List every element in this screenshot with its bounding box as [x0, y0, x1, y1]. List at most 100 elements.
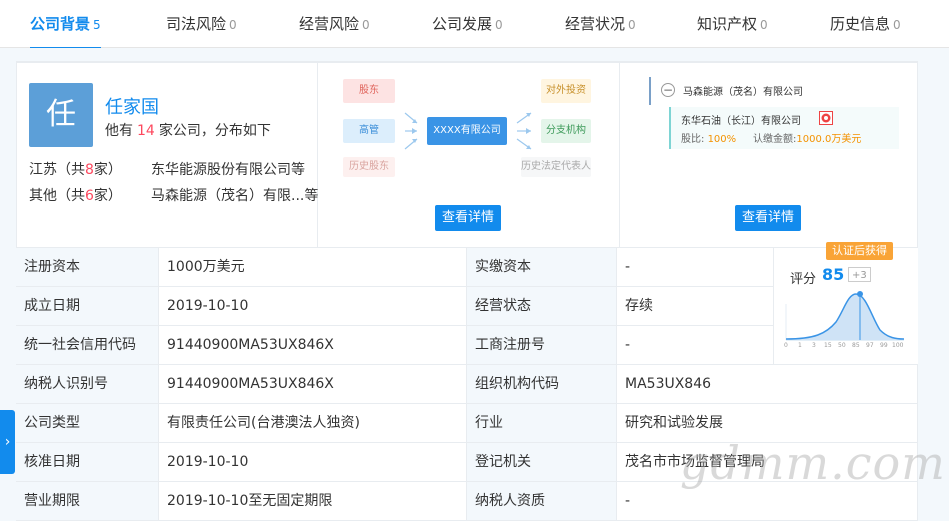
certification-badge: 认证后获得: [826, 242, 893, 260]
field-label: 经营状态: [467, 287, 617, 326]
diagram-company-box: XXXX有限公司: [427, 117, 507, 145]
field-value: 2019-10-10: [159, 287, 467, 326]
region-prefix: 其他（共: [29, 188, 85, 204]
field-value: MA53UX846: [617, 365, 918, 404]
subscribed-label: 认缴金额:: [753, 134, 797, 145]
score-distribution-curve: [785, 291, 905, 341]
tab-label: 知识产权: [697, 15, 758, 33]
equity-child-company[interactable]: 东华石油（长江）有限公司: [681, 112, 801, 127]
tab-label: 公司背景: [30, 15, 91, 33]
field-value: -: [617, 326, 774, 365]
tab-label: 历史信息: [830, 15, 891, 33]
tab-count: 0: [229, 18, 237, 32]
diagram-shareholder-box: 股东: [343, 79, 395, 103]
tick-label: 3: [812, 342, 816, 349]
share-ratio-label: 股比:: [681, 134, 705, 145]
field-label: 实缴资本: [467, 248, 617, 287]
field-label: 组织机构代码: [467, 365, 617, 404]
collapse-toggle-icon[interactable]: −: [661, 83, 675, 97]
diagram-investment-box: 对外投资: [541, 79, 591, 103]
tab-operational-risk[interactable]: 经营风险 0: [299, 0, 370, 48]
score-delta: +3: [848, 267, 871, 282]
company-count: 14: [137, 123, 155, 139]
tick-label: 1: [798, 342, 802, 349]
tab-count: 0: [628, 18, 636, 32]
region-row[interactable]: 江苏（共8家） 东华能源股份有限公司等: [29, 159, 305, 179]
diagram-history-shareholder-box: 历史股东: [343, 157, 395, 177]
score-axis-ticks: 0 1 3 15 50 85 97 99 100: [784, 342, 906, 352]
tab-intellectual-property[interactable]: 知识产权 0: [697, 0, 768, 48]
divider: [619, 63, 620, 249]
summary-suffix: 家公司，分布如下: [158, 123, 271, 139]
region-company-link[interactable]: 马森能源（茂名）有限...等: [151, 185, 321, 205]
field-value: 存续: [617, 287, 774, 326]
field-label: 注册资本: [16, 248, 159, 287]
tab-bar: 公司背景 5 司法风险 0 经营风险 0 公司发展 0 经营状况 0 知识产权 0 历史信息…: [0, 0, 949, 49]
tab-count: 5: [93, 18, 101, 32]
tick-label: 100: [892, 342, 904, 349]
company-seal-icon: [819, 111, 833, 125]
field-value: 91440900MA53UX846X: [159, 326, 467, 365]
region-prefix: 江苏（共: [29, 162, 85, 178]
region-count: 8: [85, 162, 94, 178]
subscribed-amount: 认缴金额:1000.0万美元: [753, 130, 861, 145]
field-value: 有限责任公司(台港澳法人独资): [159, 404, 467, 443]
field-label: 统一社会信用代码: [16, 326, 159, 365]
field-value: 茂名市市场监督管理局: [617, 443, 918, 482]
equity-root-company[interactable]: 马森能源（茂名）有限公司: [683, 83, 803, 98]
score-widget[interactable]: 认证后获得 评分 85 +3 0 1 3 15 50 85 97 99 100: [774, 242, 918, 365]
field-label: 成立日期: [16, 287, 159, 326]
diagram-history-rep-box: 历史法定代表人: [521, 157, 591, 177]
field-label: 公司类型: [16, 404, 159, 443]
tick-label: 99: [880, 342, 888, 349]
tab-label: 公司发展: [432, 15, 493, 33]
field-value: 1000万美元: [159, 248, 467, 287]
structure-view-details-button[interactable]: 查看详情: [435, 205, 501, 231]
tab-label: 司法风险: [166, 15, 227, 33]
tick-label: 97: [866, 342, 874, 349]
tab-company-background[interactable]: 公司背景 5: [30, 0, 101, 49]
field-label: 工商注册号: [467, 326, 617, 365]
side-expand-tab[interactable]: ›: [0, 410, 15, 474]
tick-label: 0: [784, 342, 788, 349]
tab-label: 经营状况: [565, 15, 626, 33]
tick-label: 50: [838, 342, 846, 349]
share-ratio-value: 100%: [707, 134, 737, 145]
legal-rep-name-link[interactable]: 任家国: [105, 93, 159, 119]
region-row[interactable]: 其他（共6家） 马森能源（茂名）有限...等: [29, 185, 318, 205]
tab-business-status[interactable]: 经营状况 0: [565, 0, 636, 48]
tab-label: 经营风险: [299, 15, 360, 33]
field-label: 营业期限: [16, 482, 159, 521]
tick-label: 15: [824, 342, 832, 349]
field-value: 91440900MA53UX846X: [159, 365, 467, 404]
divider: [317, 63, 318, 249]
region-suffix: 家）: [93, 162, 122, 178]
overview-panel: 任 任家国 他有 14 家公司，分布如下 江苏（共8家） 东华能源股份有限公司等 其…: [16, 62, 918, 249]
field-label: 纳税人识别号: [16, 365, 159, 404]
field-value: 研究和试验发展: [617, 404, 918, 443]
tab-count: 0: [760, 18, 768, 32]
field-label: 行业: [467, 404, 617, 443]
tick-label: 85: [852, 342, 860, 349]
business-info-table: 注册资本 1000万美元 实缴资本 - 成立日期 2019-10-10 经营状态…: [16, 242, 918, 521]
field-label: 登记机关: [467, 443, 617, 482]
tab-count: 0: [495, 18, 503, 32]
field-value: 2019-10-10: [159, 443, 467, 482]
field-value: -: [617, 248, 774, 287]
share-ratio: 股比: 100%: [681, 130, 736, 145]
diagram-branch-box: 分支机构: [541, 119, 591, 143]
equity-child-card: 东华石油（长江）有限公司 股比: 100% 认缴金额:1000.0万美元: [669, 107, 899, 149]
tab-count: 0: [362, 18, 370, 32]
equity-view-details-button[interactable]: 查看详情: [735, 205, 801, 231]
region-suffix: 家）: [93, 188, 122, 204]
section-header-strip: [16, 48, 918, 62]
company-count-summary: 他有 14 家公司，分布如下: [105, 120, 271, 140]
field-label: 纳税人资质: [467, 482, 617, 521]
region-count: 6: [85, 188, 94, 204]
tab-judicial-risk[interactable]: 司法风险 0: [166, 0, 237, 48]
tab-count: 0: [893, 18, 901, 32]
region-company-link[interactable]: 东华能源股份有限公司等: [151, 159, 321, 179]
diagram-executive-box: 高管: [343, 119, 395, 143]
tab-company-development[interactable]: 公司发展 0: [432, 0, 503, 48]
tab-history[interactable]: 历史信息 0: [830, 0, 901, 48]
